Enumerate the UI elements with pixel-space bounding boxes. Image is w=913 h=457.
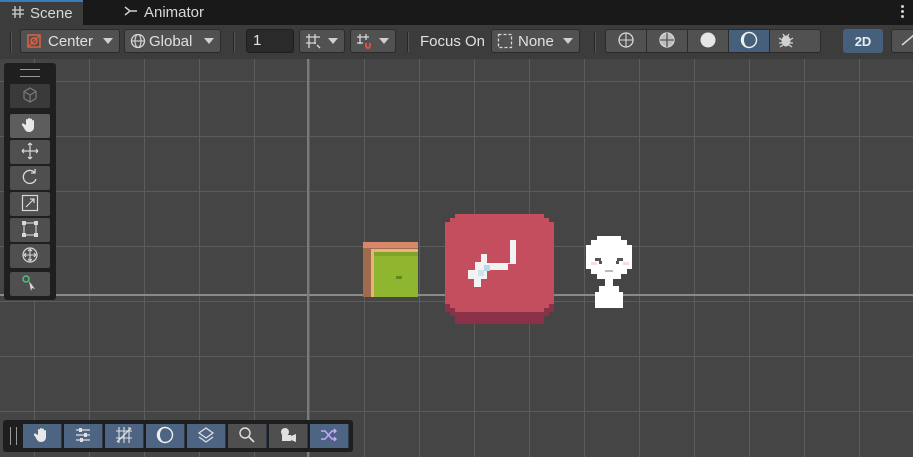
green-block-sprite[interactable] [363, 242, 418, 300]
overlay-layers-button[interactable] [187, 424, 226, 448]
tab-bar: Scene Animator [0, 0, 913, 25]
pivot-rotation-dropdown[interactable]: Global [124, 29, 221, 53]
pivot-rotation-label: Global [149, 32, 193, 50]
snap-increment-dropdown[interactable] [350, 29, 396, 53]
cube-icon [21, 86, 39, 107]
grid-hatch-icon [115, 426, 133, 447]
toolbar-separator [594, 32, 596, 52]
scale-icon [21, 194, 39, 215]
chevron-down-icon [328, 38, 338, 44]
scale-tool-button[interactable] [10, 192, 50, 216]
move-arrows-icon [21, 142, 39, 163]
pivot-mode-dropdown[interactable]: Center [20, 29, 120, 53]
hand-tool-button[interactable] [10, 114, 50, 138]
shaded-wire-sphere-icon [658, 31, 676, 52]
rotate-icon [21, 168, 39, 189]
layers-icon [197, 426, 215, 447]
tab-scene-label: Scene [30, 5, 73, 22]
pivot-mode-label: Center [48, 32, 94, 50]
rotate-tool-button[interactable] [10, 166, 50, 190]
overlay-lighting-button[interactable] [146, 424, 185, 448]
scene-toolbar: Center Global 1 Focus On None 2D [0, 25, 913, 60]
toolbar-separator [233, 32, 235, 52]
overlay-settings-button[interactable] [64, 424, 103, 448]
transform-icon [21, 246, 39, 267]
search-icon [238, 426, 256, 447]
transform-tool-button[interactable] [10, 244, 50, 268]
y-axis-line [307, 59, 309, 457]
focus-on-text: Focus On [420, 32, 486, 50]
crescent-moon-icon [740, 31, 758, 52]
sliders-icon [74, 426, 92, 447]
chevron-down-icon [379, 38, 389, 44]
chevron-down-icon [563, 38, 573, 44]
camera-icon [279, 426, 297, 447]
animator-icon [124, 4, 138, 21]
tab-animator[interactable]: Animator [112, 0, 216, 25]
grid-visibility-dropdown[interactable] [299, 29, 345, 53]
rect-transform-icon [21, 220, 39, 241]
shaded-button[interactable] [687, 29, 729, 53]
chevron-down-icon [103, 38, 113, 44]
audio-toggle-button[interactable] [891, 29, 913, 53]
overlay-hand-button[interactable] [23, 424, 62, 448]
custom-tool-button[interactable] [10, 272, 50, 296]
overlay-grid-button[interactable] [105, 424, 144, 448]
red-return-button-sprite[interactable] [445, 214, 554, 327]
tab-scene[interactable]: Scene [0, 0, 83, 25]
mode-2d-toggle[interactable]: 2D [843, 29, 883, 53]
debug-draw-mode-dropdown[interactable] [769, 29, 821, 53]
mute-icon [899, 32, 913, 50]
grid-size-field[interactable]: 1 [246, 29, 294, 53]
move-tool-button[interactable] [10, 140, 50, 164]
tool-palette [4, 63, 56, 300]
wireframe-shading-button[interactable] [605, 29, 647, 53]
dashed-square-icon [496, 32, 514, 50]
wireframe-sphere-icon [617, 31, 635, 52]
tab-animator-label: Animator [144, 4, 205, 21]
focus-value-label: None [518, 32, 554, 50]
custom-tool-icon [21, 274, 39, 295]
grid-icon [12, 5, 24, 22]
chibi-character-sprite[interactable] [583, 236, 635, 312]
grid-snap-icon [304, 32, 322, 50]
overlay-search-button[interactable] [228, 424, 267, 448]
overlay-toolbar [3, 420, 353, 452]
hand-icon [21, 116, 39, 137]
shuffle-icon [320, 426, 338, 447]
more-options-icon[interactable] [901, 3, 905, 20]
unlit-shading-button[interactable] [728, 29, 770, 53]
toolbar-separator [407, 32, 409, 52]
globe-icon [129, 32, 147, 50]
shaded-wireframe-button[interactable] [646, 29, 688, 53]
focus-on-dropdown[interactable]: None [491, 29, 580, 53]
view-options-button[interactable] [10, 84, 50, 108]
crescent-moon-icon [156, 426, 174, 447]
chevron-down-icon [204, 38, 214, 44]
focus-on-label: Focus On [420, 29, 490, 53]
pivot-center-icon [25, 32, 43, 50]
shaded-sphere-icon [699, 31, 717, 52]
overlay-camera-button[interactable] [269, 424, 308, 448]
bug-icon [777, 31, 795, 52]
toolbar-grip [10, 32, 12, 52]
rect-tool-button[interactable] [10, 218, 50, 242]
hand-icon [33, 426, 51, 447]
magnet-grid-icon [355, 32, 373, 50]
overlay-grip[interactable] [10, 427, 17, 445]
overlay-shuffle-button[interactable] [310, 424, 349, 448]
palette-grip[interactable] [20, 69, 40, 77]
